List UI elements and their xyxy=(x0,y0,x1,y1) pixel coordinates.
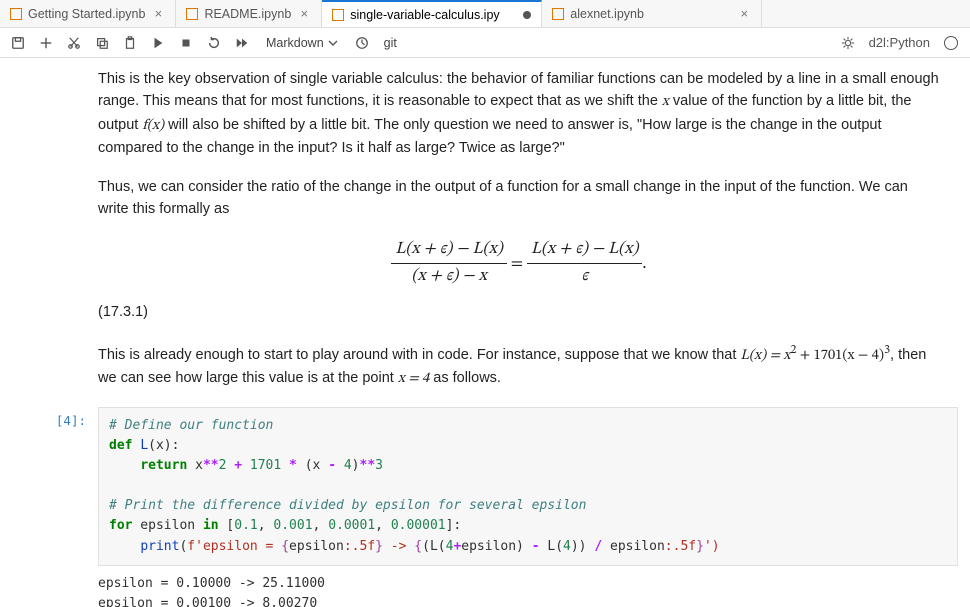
close-icon[interactable]: × xyxy=(151,6,165,21)
save-button[interactable] xyxy=(6,31,30,55)
paste-button[interactable] xyxy=(118,31,142,55)
copy-button[interactable] xyxy=(90,31,114,55)
tab-readme[interactable]: README.ipynb × xyxy=(176,0,322,27)
cut-button[interactable] xyxy=(62,31,86,55)
tab-label: README.ipynb xyxy=(204,7,291,21)
numerator: L(x + ϵ) − L(x) xyxy=(527,237,642,264)
period: . xyxy=(642,256,646,273)
kernel-status-icon xyxy=(944,36,958,50)
run-button[interactable] xyxy=(146,31,170,55)
equals: = xyxy=(511,256,527,273)
math: x = 4 xyxy=(398,372,429,386)
tab-getting-started[interactable]: Getting Started.ipynb × xyxy=(0,0,176,27)
math-var: x xyxy=(662,95,669,109)
tab-label: Getting Started.ipynb xyxy=(28,7,145,21)
cell-type-select[interactable]: Markdown xyxy=(258,36,346,50)
paragraph: This is already enough to start to play … xyxy=(98,341,940,391)
cell-prompt: [4]: xyxy=(12,407,98,566)
close-icon[interactable]: × xyxy=(297,6,311,21)
notebook-icon xyxy=(332,9,344,21)
restart-button[interactable] xyxy=(202,31,226,55)
close-icon[interactable]: × xyxy=(737,6,751,21)
notebook-icon xyxy=(186,8,198,20)
tab-label: alexnet.ipynb xyxy=(570,7,644,21)
numerator: L(x + ϵ) − L(x) xyxy=(391,237,506,264)
render-button[interactable] xyxy=(350,31,374,55)
notebook-icon xyxy=(552,8,564,20)
tab-bar: Getting Started.ipynb × README.ipynb × s… xyxy=(0,0,970,28)
tab-alexnet[interactable]: alexnet.ipynb × xyxy=(542,0,762,27)
add-cell-button[interactable] xyxy=(34,31,58,55)
text: will also be shifted by a little bit. Th… xyxy=(98,117,882,156)
notebook-area[interactable]: This is the key observation of single va… xyxy=(0,58,970,607)
equation-number: (17.3.1) xyxy=(98,301,940,323)
unsaved-dot-icon xyxy=(523,11,531,19)
stop-button[interactable] xyxy=(174,31,198,55)
text: This is already enough to start to play … xyxy=(98,347,740,363)
text: as follows. xyxy=(429,370,501,386)
chevron-down-icon xyxy=(328,38,338,48)
math: + 1701(x − 4) xyxy=(796,349,884,363)
paragraph: This is the key observation of single va… xyxy=(98,68,940,160)
math: L(x) = x xyxy=(740,349,790,363)
denominator: (x + ϵ) − x xyxy=(391,264,506,290)
code-cell[interactable]: [4]: # Define our function def L(x): ret… xyxy=(12,407,958,566)
math-var: f(x) xyxy=(142,119,164,133)
tab-label: single-variable-calculus.ipy xyxy=(350,8,499,22)
git-button[interactable]: git xyxy=(378,36,403,50)
notebook-toolbar: Markdown git d2l:Python xyxy=(0,28,970,58)
kernel-name[interactable]: d2l:Python xyxy=(869,35,930,50)
cell-output: epsilon = 0.10000 -> 25.11000 epsilon = … xyxy=(98,568,970,607)
cell-type-label: Markdown xyxy=(266,36,324,50)
markdown-cell[interactable]: This is the key observation of single va… xyxy=(98,68,940,391)
equation: L(x + ϵ) − L(x) (x + ϵ) − x = L(x + ϵ) −… xyxy=(98,237,940,291)
code-input[interactable]: # Define our function def L(x): return x… xyxy=(98,407,958,566)
paragraph: Thus, we can consider the ratio of the c… xyxy=(98,176,940,221)
notebook-icon xyxy=(10,8,22,20)
denominator: ϵ xyxy=(527,264,642,290)
run-all-button[interactable] xyxy=(230,31,254,55)
bug-icon[interactable] xyxy=(841,36,855,50)
tab-single-variable-calculus[interactable]: single-variable-calculus.ipy xyxy=(322,0,542,27)
